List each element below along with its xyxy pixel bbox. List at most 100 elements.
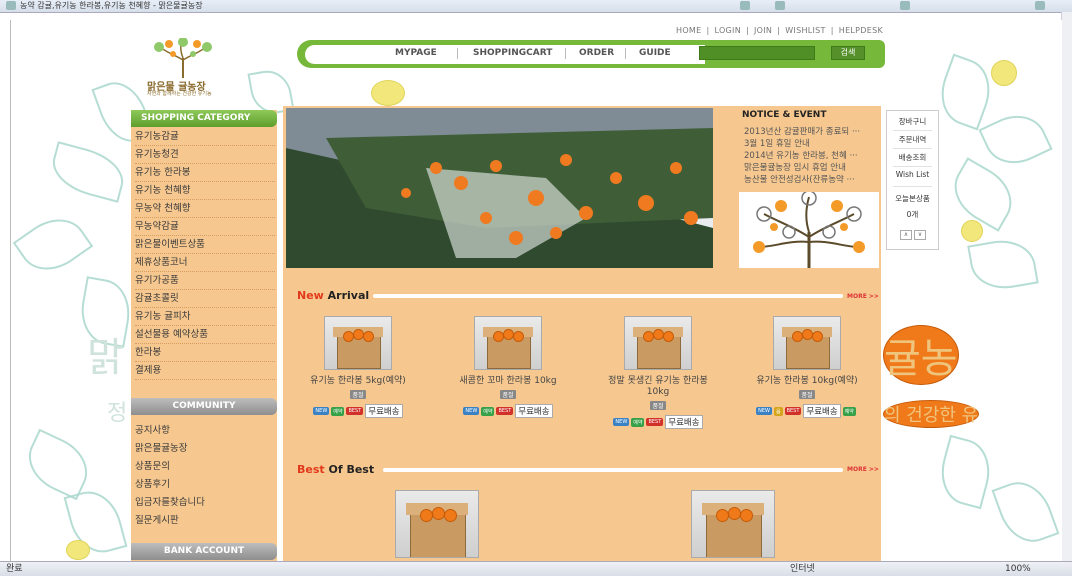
quick-divider (893, 166, 932, 167)
category-item[interactable]: 유기농 한라봉 (135, 164, 275, 182)
product-name[interactable]: 유기농 한라봉 10kg(예약) (732, 376, 882, 387)
soldout-tag: 품절 (350, 390, 366, 399)
category-item[interactable]: 유기농 귤피차 (135, 308, 275, 326)
product-card[interactable]: 유기농 한라봉 10kg(예약) 품절 NEW 옵 BEST 무료배송 예약 (732, 316, 882, 418)
notice-item[interactable]: 2013년산 감귤판매가 종료되 ··· (744, 125, 860, 137)
category-item[interactable]: 유기농청견 (135, 146, 275, 164)
new-badge: NEW (756, 407, 772, 415)
community-item[interactable]: 공지사항 (135, 422, 170, 436)
page-menu-icon[interactable] (900, 1, 910, 10)
quick-wishlist[interactable]: Wish List (887, 170, 938, 179)
product-badges: NEW 옵 BEST 무료배송 예약 (732, 404, 882, 418)
product-image[interactable] (773, 316, 841, 370)
quick-divider (893, 130, 932, 131)
new-arrival-title-red: New (297, 289, 324, 302)
menu-guide[interactable]: GUIDE (639, 48, 671, 58)
category-item[interactable]: 유기농감귤 (135, 128, 275, 146)
soldout-tag: 품절 (799, 390, 815, 399)
free-shipping-label: 무료배송 (665, 415, 703, 429)
category-item[interactable]: 결제용 (135, 362, 275, 380)
community-item[interactable]: 상품문의 (135, 458, 170, 472)
product-card[interactable]: 유기농 한라봉 5kg(예약) 품절 NEW 예약 BEST 무료배송 (283, 316, 433, 418)
category-item[interactable]: 유기농 천혜향 (135, 182, 275, 200)
join-link[interactable]: JOIN (754, 26, 772, 35)
product-name[interactable]: 정말 못생긴 유기농 한라봉 10kg (603, 376, 713, 398)
section-divider (373, 294, 843, 298)
community-item[interactable]: 입금자를찾습니다 (135, 494, 205, 508)
quick-cart[interactable]: 장바구니 (887, 116, 938, 127)
leaf-decoration (12, 206, 94, 283)
browser-status-bar: 완료 인터넷 100% (0, 561, 1072, 576)
product-card[interactable]: 새콤한 꼬마 한라봉 10kg 품절 NEW 예약 BEST 무료배송 (433, 316, 583, 418)
home-icon[interactable] (740, 1, 750, 10)
citrus-decoration (371, 80, 405, 106)
soldout-tag: 품절 (500, 390, 516, 399)
search-button[interactable]: 검색 (831, 46, 865, 60)
product-badges: NEW 예약 BEST 무료배송 (583, 415, 733, 429)
main-banner-image[interactable] (286, 108, 713, 268)
community-item[interactable]: 상품후기 (135, 476, 170, 490)
background-slogan-right: 귤농 (883, 325, 959, 385)
orange-orchard-photo (286, 108, 713, 268)
search-input[interactable] (699, 46, 815, 60)
best-more-link[interactable]: MORE >> (847, 466, 879, 473)
leaf-decoration (18, 428, 98, 501)
category-item[interactable]: 제휴상품코너 (135, 254, 275, 272)
background-slogan-left-small: 정 (107, 401, 128, 426)
scroll-down-icon[interactable]: ∨ (914, 230, 926, 240)
notice-item[interactable]: 3월 1일 휴일 안내 (744, 137, 810, 149)
product-name[interactable]: 유기농 한라봉 5kg(예약) (283, 376, 433, 387)
quick-delivery[interactable]: 배송조회 (887, 152, 938, 163)
browser-tab-title[interactable]: 농약 감귤,유기농 한라봉,유기농 천혜향 - 맑은물귤농장 (20, 0, 203, 11)
product-image[interactable] (324, 316, 392, 370)
category-item[interactable]: 무농약 천혜향 (135, 200, 275, 218)
leaf-decoration (933, 434, 998, 510)
community-header: COMMUNITY (131, 398, 277, 415)
community-item[interactable]: 질문게시판 (135, 512, 179, 526)
category-item[interactable]: 설선물용 예약상품 (135, 326, 275, 344)
help-icon[interactable] (1035, 1, 1045, 10)
new-badge: NEW (613, 418, 630, 426)
menu-separator (625, 48, 626, 59)
category-item[interactable]: 감귤초콜릿 (135, 290, 275, 308)
product-name[interactable]: 새콤한 꼬마 한라봉 10kg (433, 376, 583, 387)
best-product-image[interactable] (395, 490, 479, 558)
product-image[interactable] (624, 316, 692, 370)
vertical-scrollbar[interactable] (1061, 12, 1072, 561)
today-viewed-count: 0개 (906, 210, 919, 219)
reserve-badge: 예약 (842, 406, 856, 416)
menu-shoppingcart[interactable]: SHOPPINGCART (473, 48, 552, 58)
login-link[interactable]: LOGIN (714, 26, 741, 35)
reserve-badge: 예약 (481, 406, 495, 416)
product-image[interactable] (474, 316, 542, 370)
quick-menu: 장바구니 주문내역 배송조회 Wish List 오늘본상품 0개 ∧ ∨ (886, 110, 939, 250)
today-viewed-title: 오늘본상품 (895, 194, 930, 203)
notice-item[interactable]: 2014년 유기농 한라봉, 천혜 ··· (744, 149, 858, 161)
category-item[interactable]: 유기가공품 (135, 272, 275, 290)
category-item[interactable]: 무농약감귤 (135, 218, 275, 236)
home-link[interactable]: HOME (676, 26, 701, 35)
new-arrival-more-link[interactable]: MORE >> (847, 293, 879, 300)
best-product-image[interactable] (691, 490, 775, 558)
helpdesk-link[interactable]: HELPDESK (839, 26, 883, 35)
quick-order-history[interactable]: 주문내역 (887, 134, 938, 145)
zoom-level[interactable]: 100% (1005, 562, 1031, 576)
orange-shape (420, 509, 433, 522)
orange-shape (513, 331, 524, 342)
best-badge: BEST (496, 407, 514, 415)
feeds-icon[interactable] (775, 1, 785, 10)
orange-shape (363, 331, 374, 342)
community-item[interactable]: 맑은물귤농장 (135, 440, 187, 454)
site-logo[interactable]: 맑은물 귤농장 자연과 함께하는 건강한 유기농 (143, 37, 233, 97)
wishlist-link[interactable]: WISHLIST (785, 26, 826, 35)
menu-mypage[interactable]: MYPAGE (395, 48, 437, 58)
category-item[interactable]: 한라봉 (135, 344, 275, 362)
status-text: 완료 (6, 564, 23, 574)
notice-item[interactable]: 맑은물귤농장 임시 휴업 안내 (744, 161, 846, 173)
product-card[interactable]: 정말 못생긴 유기농 한라봉 10kg 품절 NEW 예약 BEST 무료배송 (583, 316, 733, 429)
scroll-up-icon[interactable]: ∧ (900, 230, 912, 240)
category-item[interactable]: 맑은물이벤트상품 (135, 236, 275, 254)
menu-order[interactable]: ORDER (579, 48, 614, 58)
notice-item[interactable]: 농산물 안전성검사(잔류농약 ··· (744, 173, 855, 185)
leaf-decoration (991, 473, 1060, 551)
